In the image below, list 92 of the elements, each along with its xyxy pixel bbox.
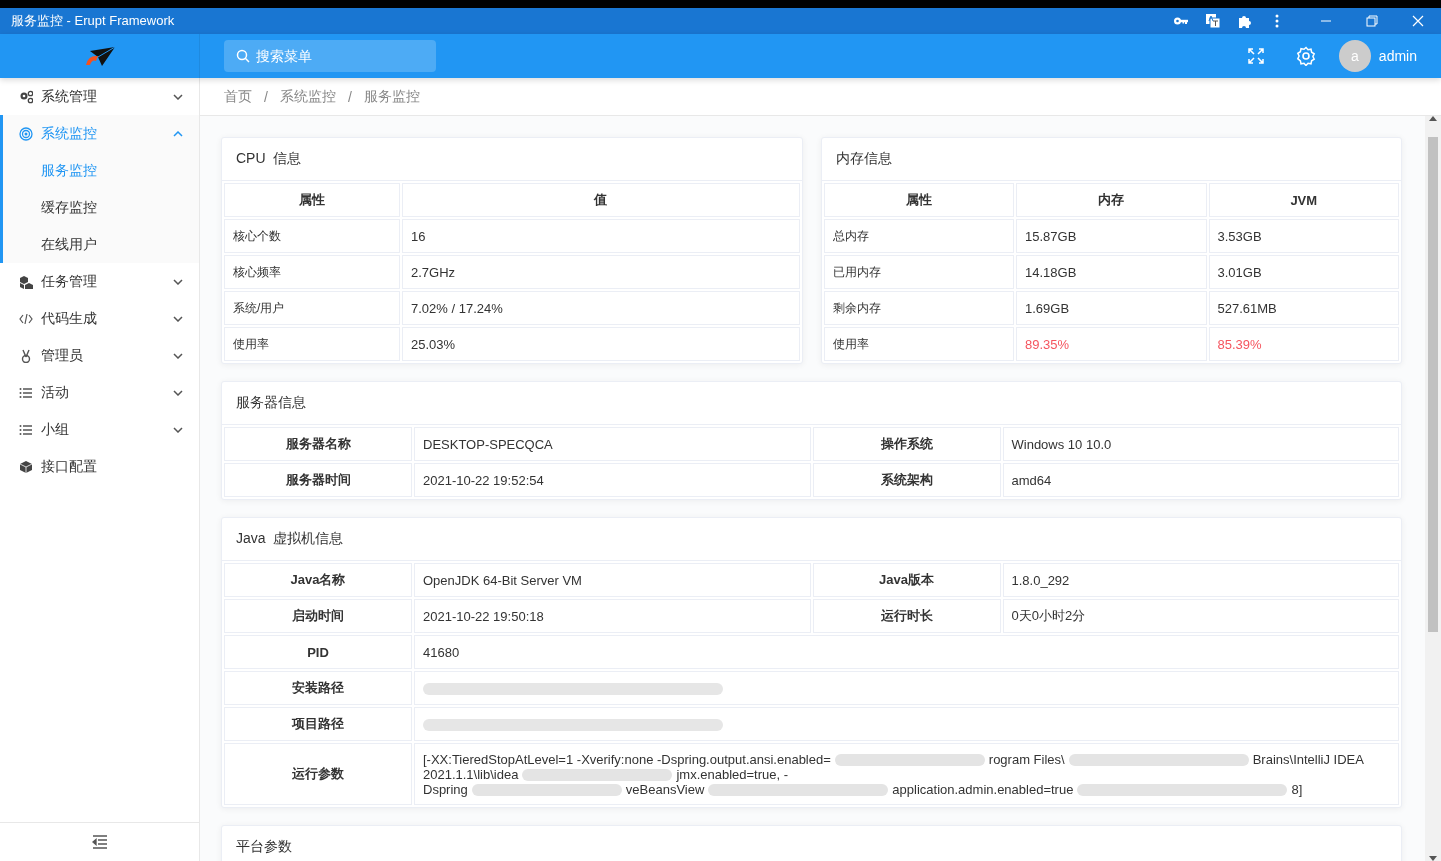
table-cell: 7.02% / 17.24% [402, 291, 800, 325]
column-header: 内存 [1016, 183, 1207, 217]
breadcrumb-separator: / [264, 88, 268, 105]
row-label: Java名称 [224, 563, 412, 597]
restore-icon[interactable] [1366, 15, 1378, 27]
card-title: 服务器信息 [222, 382, 1401, 425]
breadcrumb-separator: / [347, 88, 352, 105]
table-cell: 2021-10-22 19:50:18 [414, 599, 811, 633]
row-label: 服务器时间 [224, 463, 412, 497]
table-cell: 15.87GB [1016, 219, 1207, 253]
chevron-up-icon [173, 130, 183, 137]
logo-icon [83, 45, 116, 67]
table-cell: 89.35% [1016, 327, 1207, 361]
card-title: CPU 信息 [222, 138, 802, 181]
sidebar-item[interactable]: 活动 [0, 374, 199, 411]
card-title: 平台参数 [222, 826, 1401, 861]
scroll-up-icon[interactable] [1429, 116, 1437, 121]
row-label: PID [224, 635, 412, 669]
table-cell: 1.8.0_292 [1002, 563, 1399, 597]
list-icon [19, 385, 33, 400]
row-label: 已用内存 [823, 255, 1014, 289]
row-label: 系统/用户 [224, 291, 400, 325]
table-cell: Windows 10 10.0 [1002, 427, 1399, 461]
table-cell: 2021-10-22 19:52:54 [414, 463, 811, 497]
table-cell: DESKTOP-SPECQCA [414, 427, 811, 461]
table-cell: 3.01GB [1208, 255, 1399, 289]
breadcrumb-link[interactable]: 系统监控 [279, 87, 336, 106]
sidebar-item[interactable]: 接口配置 [0, 448, 199, 485]
chevron-down-icon [173, 352, 183, 359]
row-label: 安装路径 [224, 671, 412, 705]
table-cell: amd64 [1002, 463, 1399, 497]
sidebar-item[interactable]: 管理员 [0, 337, 199, 374]
window-title: 服务监控 - Erupt Framework [11, 12, 175, 30]
card-title: Java 虚拟机信息 [222, 518, 1401, 561]
fullscreen-icon[interactable] [1246, 47, 1265, 65]
row-label: 运行参数 [224, 743, 412, 805]
row-label: 项目路径 [224, 707, 412, 741]
row-label: 使用率 [224, 327, 400, 361]
table-cell: 1.69GB [1016, 291, 1207, 325]
table-cell: 41680 [414, 635, 1399, 669]
row-label: 操作系统 [812, 427, 1001, 461]
row-label: Java版本 [812, 563, 1001, 597]
target-icon [19, 126, 33, 141]
column-header: JVM [1208, 183, 1399, 217]
column-header: 属性 [224, 183, 400, 217]
table-cell: 25.03% [402, 327, 800, 361]
row-label: 服务器名称 [224, 427, 412, 461]
chevron-down-icon [173, 278, 183, 285]
breadcrumb-link[interactable]: 首页 [224, 87, 252, 106]
settings-icon[interactable] [1295, 46, 1316, 66]
row-label: 剩余内存 [823, 291, 1014, 325]
puzzle-icon[interactable] [1237, 13, 1253, 29]
table-cell: 527.61MB [1208, 291, 1399, 325]
table-cell: 16 [402, 219, 800, 253]
row-label: 核心个数 [224, 219, 400, 253]
chevron-down-icon [173, 389, 183, 396]
row-label: 系统架构 [812, 463, 1001, 497]
card-title: 内存信息 [821, 138, 1401, 181]
sidebar-item[interactable]: 任务管理 [0, 263, 199, 300]
chevron-down-icon [173, 315, 183, 322]
table-cell: 85.39% [1208, 327, 1399, 361]
list-icon [19, 422, 33, 437]
sidebar-item[interactable]: 系统管理 [0, 78, 199, 115]
breadcrumb-link[interactable]: 服务监控 [363, 87, 420, 106]
sidebar-subitem[interactable]: 缓存监控 [3, 189, 199, 226]
table-cell: [-XX:TieredStopAtLevel=1 -Xverify:none -Dspring.output.ansi.enabled= rogram Files\ Brains\IntelliJ IDEA 2021.1.1\lib\idea jmx.enabled=true, - Dspring veBeansView application.admin.enabled=true 8] [414, 743, 1399, 805]
collapse-menu-icon[interactable] [91, 835, 108, 849]
row-label: 使用率 [823, 327, 1014, 361]
row-label: 启动时间 [224, 599, 412, 633]
table-cell: 3.53GB [1208, 219, 1399, 253]
table-cell: 14.18GB [1016, 255, 1207, 289]
sidebar-subitem[interactable]: 在线用户 [3, 226, 199, 263]
sidebar-item[interactable]: 代码生成 [0, 300, 199, 337]
chevron-down-icon [173, 93, 183, 100]
close-icon[interactable] [1412, 15, 1424, 27]
row-label: 核心频率 [224, 255, 400, 289]
search-icon [236, 49, 250, 63]
chevron-down-icon [173, 426, 183, 433]
row-label: 运行时长 [812, 599, 1001, 633]
sidebar-item[interactable]: 小组 [0, 411, 199, 448]
column-header: 值 [402, 183, 800, 217]
row-label: 总内存 [823, 219, 1014, 253]
cubes-icon [19, 274, 33, 289]
scroll-down-icon[interactable] [1429, 856, 1437, 861]
column-header: 属性 [823, 183, 1014, 217]
table-cell: 2.7GHz [402, 255, 800, 289]
cube-icon [19, 459, 33, 474]
table-cell: OpenJDK 64-Bit Server VM [414, 563, 811, 597]
table-cell: 0天0小时2分 [1002, 599, 1399, 633]
code-icon [19, 311, 33, 326]
scrollbar[interactable] [1425, 116, 1441, 861]
translate-icon[interactable] [1205, 13, 1221, 29]
